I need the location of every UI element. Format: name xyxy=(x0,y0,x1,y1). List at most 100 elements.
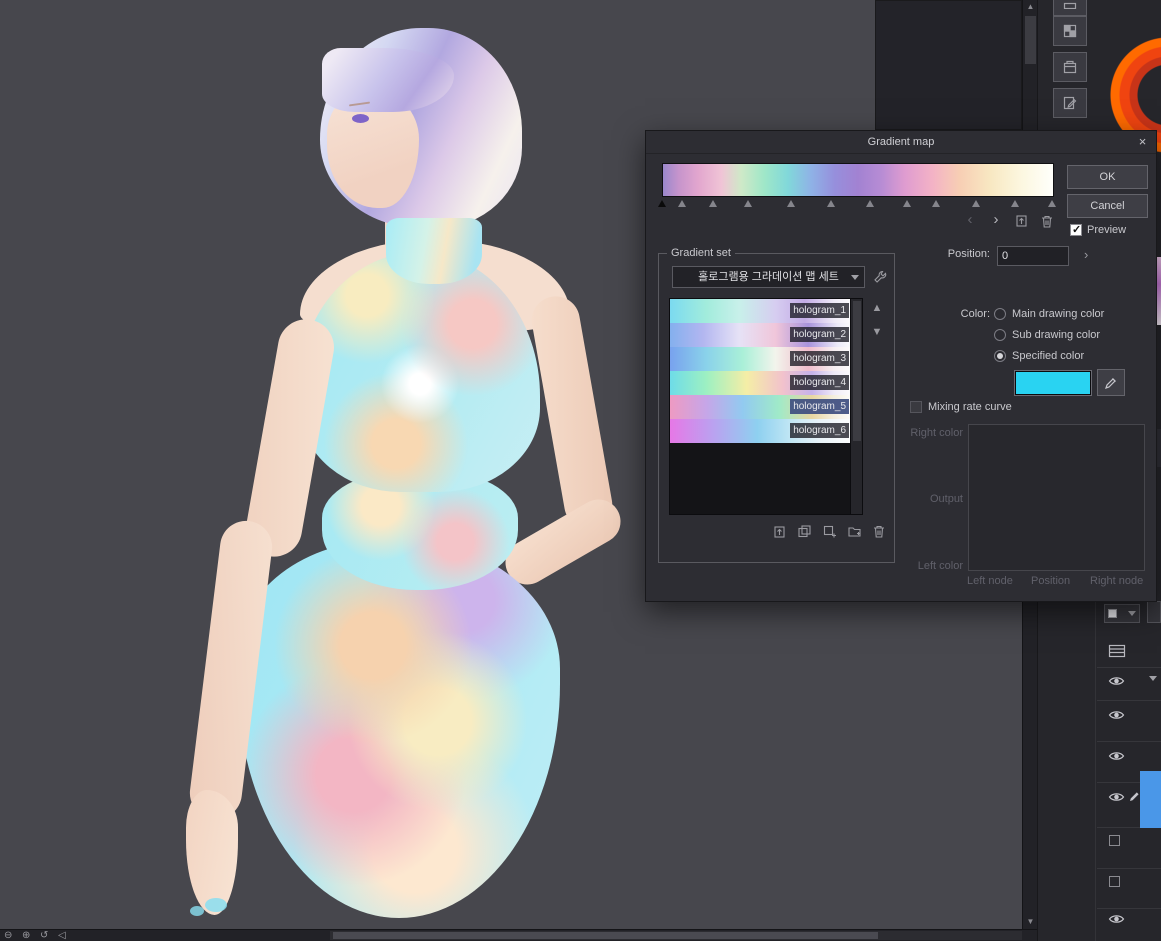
gradient-list-item[interactable]: hologram_6 xyxy=(670,419,852,443)
cancel-button[interactable]: Cancel xyxy=(1067,194,1148,218)
gradient-list-item[interactable]: hologram_4 xyxy=(670,371,852,395)
character-nail xyxy=(205,898,227,912)
eyedropper-button[interactable] xyxy=(1097,369,1125,396)
new-gradient-window-button[interactable] xyxy=(795,522,813,540)
layer-visibility-eye-icon[interactable] xyxy=(1108,750,1125,765)
move-item-down-button[interactable]: ▼ xyxy=(868,324,886,340)
zoom-in-icon[interactable]: ⊕ xyxy=(22,930,30,941)
previous-node-button[interactable]: ‹ xyxy=(961,211,979,229)
folder-panel-button[interactable] xyxy=(1053,52,1087,82)
gradient-list-item[interactable]: hologram_3 xyxy=(670,347,852,371)
gradient-node-marker[interactable] xyxy=(744,200,753,207)
ok-button[interactable]: OK xyxy=(1067,165,1148,189)
layer-row-divider xyxy=(1097,868,1161,869)
specified-color-option[interactable]: Specified color xyxy=(994,350,1084,362)
gradient-node-marker[interactable] xyxy=(708,200,717,207)
layer-visibility-eye-icon[interactable] xyxy=(1108,913,1125,928)
position-input[interactable]: 0 xyxy=(997,246,1069,266)
next-node-button[interactable]: › xyxy=(987,211,1005,229)
gradient-set-dropdown[interactable]: 홀로그램용 그라데이션 맵 세트 xyxy=(672,266,865,288)
layer-visibility-eye-icon[interactable] xyxy=(1108,791,1125,806)
rotate-reset-icon[interactable]: ↺ xyxy=(40,930,48,941)
checker-pattern-button[interactable] xyxy=(1053,16,1087,46)
gradient-node-marker[interactable] xyxy=(677,200,686,207)
add-folder-button[interactable] xyxy=(845,522,863,540)
layer-visibility-checkbox[interactable] xyxy=(1109,835,1120,846)
dialog-title[interactable]: Gradient map xyxy=(646,131,1156,154)
specified-color-radio[interactable] xyxy=(994,350,1006,362)
export-gradient-button[interactable] xyxy=(770,522,788,540)
character-right-forearm xyxy=(497,491,629,593)
gradient-item-label: hologram_1 xyxy=(790,303,849,318)
character-dress-collar xyxy=(386,218,482,284)
gradient-item-label: hologram_5 xyxy=(790,399,849,414)
gradient-map-dialog: Gradient map × OK Cancel ‹ › Preview Pos… xyxy=(645,130,1157,602)
mixing-rate-curve-checkbox[interactable] xyxy=(910,401,922,413)
output-label: Output xyxy=(929,493,963,505)
zoom-out-icon[interactable]: ⊖ xyxy=(4,930,12,941)
chevron-down-icon xyxy=(1128,611,1136,616)
delete-node-button[interactable] xyxy=(1038,212,1056,230)
gradient-node-marker[interactable] xyxy=(826,200,835,207)
gradient-list-scroll-thumb[interactable] xyxy=(853,301,861,441)
gradient-node-marker[interactable] xyxy=(865,200,874,207)
gradient-node-marker-selected[interactable] xyxy=(658,200,666,207)
gradient-node-marker[interactable] xyxy=(932,200,941,207)
sub-drawing-color-radio[interactable] xyxy=(994,329,1006,341)
main-drawing-color-option[interactable]: Main drawing color xyxy=(994,308,1104,320)
vertical-scroll-thumb[interactable] xyxy=(1025,16,1036,64)
background-palette-window xyxy=(875,0,1022,130)
move-item-up-button[interactable]: ▲ xyxy=(868,300,886,316)
close-icon[interactable]: × xyxy=(1134,134,1151,151)
position-step-icon[interactable]: › xyxy=(1084,247,1088,262)
gradient-node-marker[interactable] xyxy=(1010,200,1019,207)
canvas-horizontal-scrollbar[interactable] xyxy=(330,931,1022,940)
gradient-node-marker[interactable] xyxy=(1048,200,1057,207)
specified-color-swatch[interactable] xyxy=(1014,370,1092,396)
sub-drawing-color-option[interactable]: Sub drawing color xyxy=(994,329,1100,341)
layer-list-icon[interactable] xyxy=(1107,642,1127,663)
mixing-rate-curve-option[interactable]: Mixing rate curve xyxy=(910,401,1012,413)
palette-tool-button[interactable] xyxy=(1053,0,1087,16)
edit-note-button[interactable] xyxy=(1053,88,1087,118)
gradient-node-markers xyxy=(658,199,1057,209)
main-drawing-color-radio[interactable] xyxy=(994,308,1006,320)
folder-plus-icon xyxy=(847,526,861,537)
layer-blend-combo[interactable] xyxy=(1104,604,1140,623)
gradient-node-marker[interactable] xyxy=(971,200,980,207)
gradient-list-item[interactable]: hologram_1 xyxy=(670,299,852,323)
layer-visibility-checkbox[interactable] xyxy=(1109,876,1120,887)
layer-expand-chevron-icon[interactable] xyxy=(1149,676,1157,681)
gradient-set-settings-button[interactable] xyxy=(871,268,889,286)
sub-drawing-color-label: Sub drawing color xyxy=(1012,329,1101,341)
gradient-item-label: hologram_3 xyxy=(790,351,849,366)
flip-view-icon[interactable]: ◁ xyxy=(58,930,66,941)
selected-layer-color-swatch[interactable] xyxy=(1140,771,1161,828)
gradient-preview-bar[interactable] xyxy=(662,163,1054,197)
character-eye xyxy=(352,114,369,123)
delete-gradient-button[interactable] xyxy=(870,522,888,540)
gradient-list-item[interactable]: hologram_2 xyxy=(670,323,852,347)
gradient-node-marker[interactable] xyxy=(903,200,911,207)
gradient-node-marker[interactable] xyxy=(787,200,796,207)
mixing-curve-area[interactable] xyxy=(968,424,1145,571)
status-bar: ⊖ ⊕ ↺ ◁ xyxy=(0,929,1037,941)
preview-label: Preview xyxy=(1087,224,1127,236)
layer-visibility-eye-icon[interactable] xyxy=(1108,709,1125,724)
scroll-up-icon[interactable]: ▲ xyxy=(1023,0,1038,14)
horizontal-scroll-thumb[interactable] xyxy=(333,932,878,939)
gradient-list-scrollbar[interactable] xyxy=(850,299,862,514)
chevron-down-icon xyxy=(851,275,859,280)
preview-option[interactable]: Preview xyxy=(1070,223,1127,236)
layer-thumb-icon xyxy=(1108,609,1117,618)
layer-visibility-eye-icon[interactable] xyxy=(1108,675,1125,690)
export-icon xyxy=(1015,214,1027,227)
layer-row-divider xyxy=(1097,700,1161,701)
duplicate-gradient-button[interactable] xyxy=(820,522,838,540)
gradient-item-label: hologram_2 xyxy=(790,327,849,342)
register-gradient-button[interactable] xyxy=(1012,211,1030,229)
preview-checkbox[interactable] xyxy=(1070,223,1082,236)
scroll-down-icon[interactable]: ▼ xyxy=(1023,915,1038,929)
gradient-list-item-selected[interactable]: hologram_5 xyxy=(670,395,852,419)
layer-panel-button[interactable] xyxy=(1147,601,1161,623)
